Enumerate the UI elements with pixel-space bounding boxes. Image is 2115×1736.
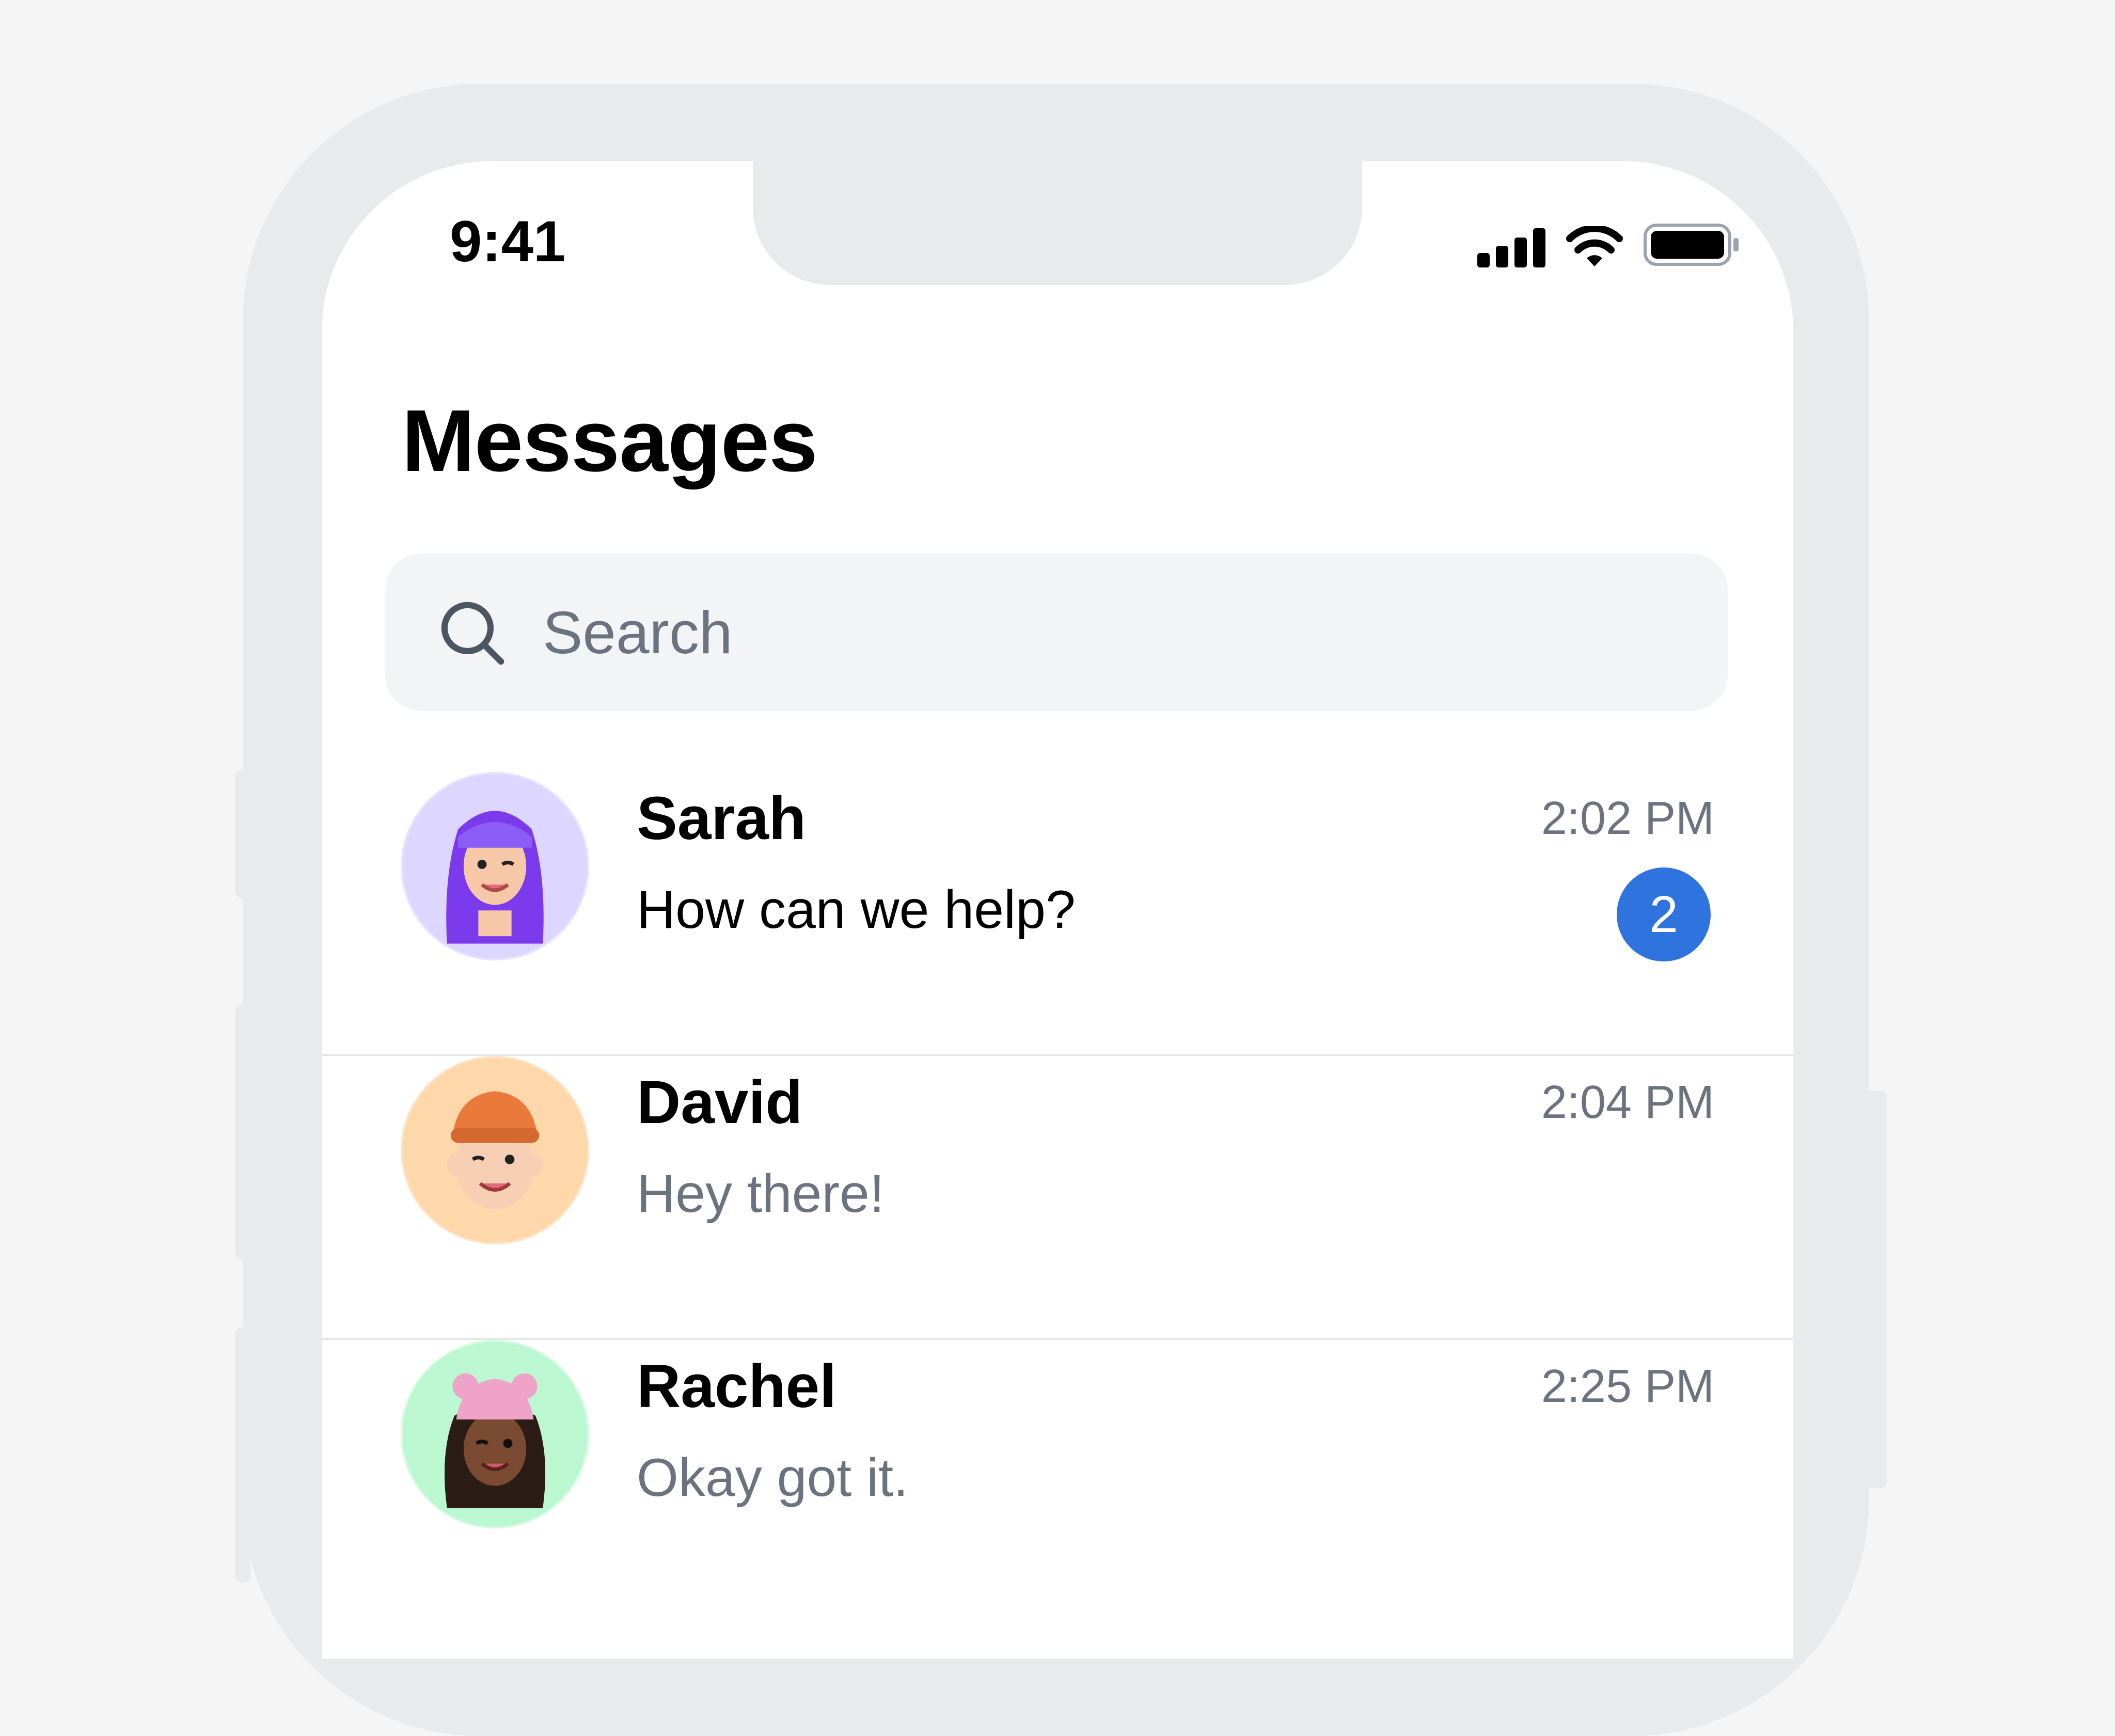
search-placeholder: Search	[543, 598, 733, 666]
message-preview: How can we help?	[637, 880, 1076, 940]
avatar-sarah	[401, 772, 589, 960]
avatar-rachel	[401, 1340, 589, 1528]
silent-switch	[235, 769, 250, 898]
message-time: 2:25 PM	[1541, 1361, 1714, 1412]
cellular-signal-icon	[1477, 226, 1545, 267]
contact-name: David	[637, 1068, 803, 1137]
volume-up-button	[235, 1004, 250, 1260]
message-preview: Hey there!	[637, 1164, 885, 1224]
search-icon	[437, 597, 507, 667]
wifi-icon	[1566, 226, 1623, 266]
conversation-row-sarah[interactable]: Sarah How can we help? 2:02 PM 2	[322, 772, 1793, 1056]
unread-badge: 2	[1617, 867, 1711, 961]
contact-name: Rachel	[637, 1352, 836, 1421]
page-title: Messages	[402, 392, 818, 490]
search-input[interactable]: Search	[385, 554, 1728, 711]
volume-down-button	[235, 1327, 250, 1583]
memoji-purple-hair-icon	[446, 811, 544, 944]
notch	[753, 161, 1362, 285]
conversation-row-david[interactable]: David Hey there! 2:04 PM	[322, 1056, 1793, 1340]
phone-screen: 9:41 Messages Search Sarah How can we he…	[322, 161, 1793, 1659]
power-button	[1859, 1091, 1887, 1488]
status-icons	[1477, 221, 1742, 267]
memoji-orange-beanie-icon	[447, 1091, 543, 1209]
contact-name: Sarah	[637, 784, 806, 853]
avatar-david	[401, 1056, 589, 1244]
memoji-pink-hat-icon	[444, 1373, 546, 1508]
status-time: 9:41	[450, 209, 566, 274]
conversation-list: Sarah How can we help? 2:02 PM 2 David H…	[322, 772, 1793, 1622]
battery-icon	[1644, 224, 1739, 266]
message-preview: Okay got it.	[637, 1448, 908, 1508]
conversation-row-rachel[interactable]: Rachel Okay got it. 2:25 PM	[322, 1340, 1793, 1622]
message-time: 2:04 PM	[1541, 1077, 1714, 1128]
message-time: 2:02 PM	[1541, 793, 1714, 844]
